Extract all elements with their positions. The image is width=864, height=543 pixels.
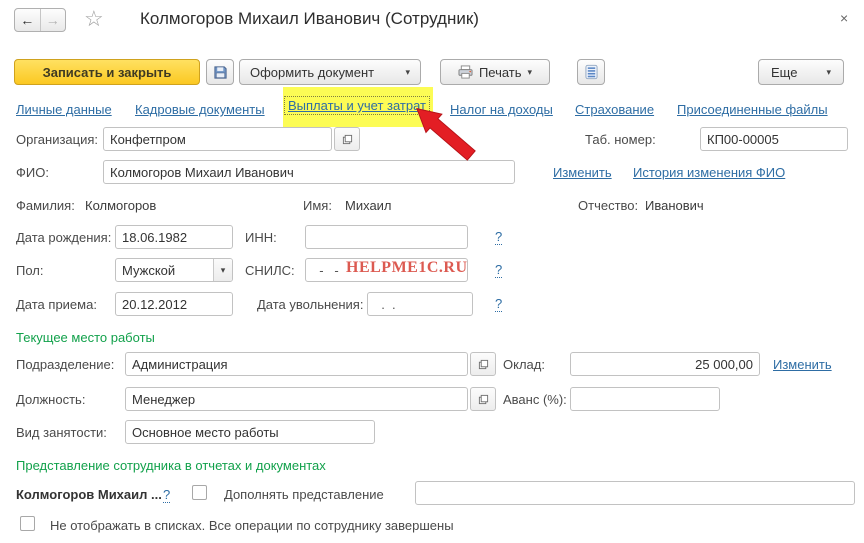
org-input[interactable] bbox=[103, 127, 332, 151]
floppy-icon bbox=[213, 65, 228, 80]
choose-icon bbox=[342, 134, 353, 145]
department-choose-button[interactable] bbox=[470, 352, 496, 376]
supplement-input[interactable] bbox=[415, 481, 855, 505]
term-date-help-link[interactable]: ? bbox=[495, 296, 502, 312]
employment-type-label: Вид занятости: bbox=[16, 425, 107, 440]
term-date-label: Дата увольнения: bbox=[257, 297, 363, 312]
presentation-preview: Колмогоров Михаил ... bbox=[16, 487, 162, 502]
position-label: Должность: bbox=[16, 392, 85, 407]
print-button[interactable]: Печать ▾ bbox=[440, 59, 550, 85]
org-label: Организация: bbox=[16, 132, 98, 147]
tab-attached-files[interactable]: Присоединенные файлы bbox=[677, 102, 828, 117]
supplement-checkbox[interactable] bbox=[192, 485, 207, 500]
hire-date-input[interactable] bbox=[115, 292, 233, 316]
nav-history-group[interactable]: ← → bbox=[14, 8, 66, 32]
fio-input[interactable] bbox=[103, 160, 515, 184]
forward-icon: → bbox=[46, 12, 60, 28]
hire-date-label: Дата приема: bbox=[16, 297, 97, 312]
save-and-close-label: Записать и закрыть bbox=[43, 65, 172, 80]
more-button[interactable]: Еще ▾ bbox=[758, 59, 844, 85]
tab-hr-documents[interactable]: Кадровые документы bbox=[135, 102, 265, 117]
advance-label: Аванс (%): bbox=[503, 392, 567, 407]
snils-label: СНИЛС: bbox=[245, 263, 295, 278]
position-choose-button[interactable] bbox=[470, 387, 496, 411]
department-label: Подразделение: bbox=[16, 357, 114, 372]
card-list-icon bbox=[585, 64, 598, 80]
close-icon[interactable]: × bbox=[840, 10, 848, 26]
first-name-label: Имя: bbox=[303, 198, 332, 213]
org-choose-button[interactable] bbox=[334, 127, 360, 151]
gender-select[interactable]: ▾ bbox=[115, 258, 233, 282]
fio-history-link[interactable]: История изменения ФИО bbox=[633, 165, 785, 180]
back-button[interactable]: ← bbox=[15, 9, 40, 31]
first-name-value: Михаил bbox=[345, 198, 392, 213]
salary-change-link[interactable]: Изменить bbox=[773, 357, 832, 372]
tab-payments-and-costs[interactable]: Выплаты и учет затрат bbox=[288, 98, 426, 113]
save-button[interactable] bbox=[206, 59, 234, 85]
supplement-label: Дополнять представление bbox=[224, 487, 384, 502]
annotation-arrow bbox=[410, 103, 480, 163]
form-document-button[interactable]: Оформить документ ▾ bbox=[239, 59, 421, 85]
employment-type-input[interactable] bbox=[125, 420, 375, 444]
save-and-close-button[interactable]: Записать и закрыть bbox=[14, 59, 200, 85]
department-input[interactable] bbox=[125, 352, 468, 376]
back-icon: ← bbox=[20, 12, 34, 28]
inn-label: ИНН: bbox=[245, 230, 277, 245]
inn-input[interactable] bbox=[305, 225, 468, 249]
chevron-down-icon: ▾ bbox=[528, 68, 533, 77]
report-card-button[interactable] bbox=[577, 59, 605, 85]
tab-personal-data[interactable]: Личные данные bbox=[16, 102, 112, 117]
salary-input[interactable] bbox=[570, 352, 760, 376]
fio-label: ФИО: bbox=[16, 165, 49, 180]
snils-help-link[interactable]: ? bbox=[495, 262, 502, 278]
choose-icon bbox=[478, 394, 489, 405]
tab-payments-wrapper: Выплаты и учет затрат bbox=[284, 98, 430, 113]
birth-date-input[interactable] bbox=[115, 225, 233, 249]
site-watermark: HELPME1C.RU bbox=[346, 259, 468, 277]
choose-icon bbox=[478, 359, 489, 370]
patronymic-label: Отчество: bbox=[578, 198, 638, 213]
birth-date-label: Дата рождения: bbox=[16, 230, 111, 245]
form-document-label: Оформить документ bbox=[250, 65, 374, 80]
section-current-job: Текущее место работы bbox=[16, 330, 155, 345]
fio-change-link[interactable]: Изменить bbox=[553, 165, 612, 180]
term-date-input[interactable] bbox=[367, 292, 473, 316]
advance-input[interactable] bbox=[570, 387, 720, 411]
chevron-down-icon: ▾ bbox=[826, 68, 831, 77]
surname-value: Колмогоров bbox=[85, 198, 156, 213]
chevron-down-icon: ▾ bbox=[405, 68, 410, 77]
print-label: Печать bbox=[479, 65, 522, 80]
more-label: Еще bbox=[771, 65, 797, 80]
gender-label: Пол: bbox=[16, 263, 44, 278]
tab-number-label: Таб. номер: bbox=[585, 132, 656, 147]
printer-icon bbox=[458, 65, 473, 79]
page-title: Колмогоров Михаил Иванович (Сотрудник) bbox=[140, 9, 479, 29]
forward-button[interactable]: → bbox=[40, 9, 66, 31]
section-presentation: Представление сотрудника в отчетах и док… bbox=[16, 458, 326, 473]
gender-dropdown-button[interactable]: ▾ bbox=[213, 259, 232, 281]
patronymic-value: Иванович bbox=[645, 198, 704, 213]
favorite-star-icon[interactable]: ☆ bbox=[84, 6, 104, 32]
chevron-down-icon: ▾ bbox=[221, 266, 226, 275]
tab-insurance[interactable]: Страхование bbox=[575, 102, 654, 117]
hide-in-lists-checkbox[interactable] bbox=[20, 516, 35, 531]
salary-label: Оклад: bbox=[503, 357, 545, 372]
surname-label: Фамилия: bbox=[16, 198, 75, 213]
position-input[interactable] bbox=[125, 387, 468, 411]
tab-number-input[interactable] bbox=[700, 127, 848, 151]
hide-in-lists-label: Не отображать в списках. Все операции по… bbox=[50, 518, 454, 533]
inn-help-link[interactable]: ? bbox=[495, 229, 502, 245]
presentation-help-link[interactable]: ? bbox=[163, 487, 170, 503]
